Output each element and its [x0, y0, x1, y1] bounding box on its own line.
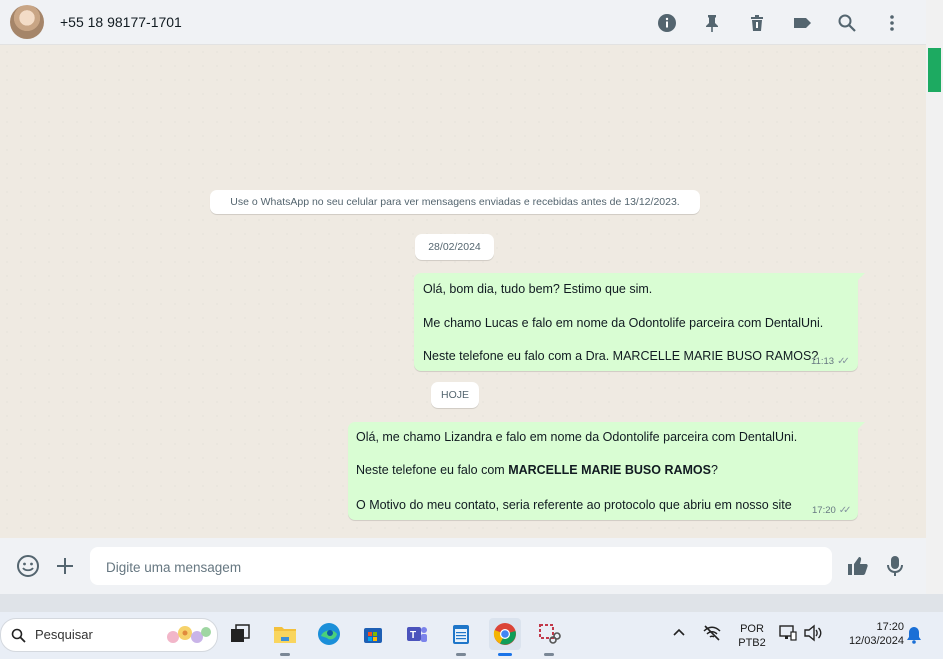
- emoji-icon[interactable]: [15, 553, 41, 579]
- clock[interactable]: 17:20 12/03/2024: [834, 620, 904, 648]
- message-text-bold: MARCELLE MARIE BUSO RAMOS: [508, 463, 711, 477]
- message-meta: 17:20 ✓✓: [812, 505, 852, 516]
- message-text: Me chamo Lucas e falo em nome da Odontol…: [423, 316, 824, 330]
- keyboard-label: PTB2: [738, 637, 766, 649]
- message-text: O Motivo do meu contato, seria referente…: [356, 498, 792, 512]
- delete-icon[interactable]: [744, 10, 769, 35]
- avatar[interactable]: [10, 5, 44, 39]
- teams-icon[interactable]: T: [401, 618, 433, 650]
- volume-icon[interactable]: [803, 624, 823, 646]
- message-composer: [0, 538, 926, 594]
- chrome-icon[interactable]: [489, 618, 521, 656]
- clock-time: 17:20: [876, 621, 904, 633]
- message-meta: 11:13 ✓✓: [811, 356, 850, 367]
- message-input[interactable]: [104, 547, 808, 587]
- notepad-icon[interactable]: [445, 618, 477, 656]
- message-bubble[interactable]: Olá, me chamo Lizandra e falo em nome da…: [348, 422, 865, 520]
- window-gap: [0, 594, 943, 612]
- message-input-container: [90, 547, 832, 587]
- flowers-icon: [167, 626, 211, 643]
- clock-date: 12/03/2024: [848, 635, 904, 647]
- message-bubble[interactable]: Olá, bom dia, tudo bem? Estimo que sim. …: [414, 273, 865, 371]
- system-notice: Use o WhatsApp no seu celular para ver m…: [210, 190, 700, 214]
- search-icon: [11, 628, 26, 643]
- message-text: Olá, bom dia, tudo bem? Estimo que sim.: [423, 282, 653, 296]
- edge-browser-icon[interactable]: [313, 618, 345, 650]
- windows-taskbar: Pesquisar T POR PTB2 17:20 12/03/2024: [0, 612, 943, 659]
- active-indicator: [498, 653, 512, 656]
- read-receipt-icon: ✓✓: [837, 356, 850, 367]
- notification-bell-icon[interactable]: [906, 626, 922, 648]
- display-icon[interactable]: [778, 624, 798, 646]
- input-language-indicator[interactable]: POR PTB2: [735, 622, 769, 650]
- chevron-up-icon[interactable]: [672, 626, 686, 644]
- task-view-icon[interactable]: [224, 618, 256, 650]
- message-text-part: Neste telefone eu falo com: [356, 463, 509, 477]
- date-chip: 28/02/2024: [415, 234, 494, 260]
- date-chip: HOJE: [431, 382, 479, 408]
- contact-name[interactable]: +55 18 98177-1701: [60, 14, 182, 30]
- svg-text:T: T: [410, 630, 416, 641]
- file-explorer-icon[interactable]: [269, 618, 301, 656]
- message-text: Neste telefone eu falo com a Dra. MARCEL…: [423, 349, 819, 363]
- thumbs-up-icon[interactable]: [845, 553, 871, 579]
- menu-icon[interactable]: [879, 10, 904, 35]
- running-indicator: [280, 653, 290, 656]
- microphone-icon[interactable]: [882, 553, 908, 579]
- search-icon[interactable]: [834, 10, 859, 35]
- message-text: Olá, me chamo Lizandra e falo em nome da…: [356, 430, 798, 444]
- scrollbar[interactable]: [926, 0, 943, 594]
- taskbar-search-label: Pesquisar: [35, 627, 93, 642]
- header-actions: [654, 10, 904, 35]
- pin-icon[interactable]: [699, 10, 724, 35]
- running-indicator: [456, 653, 466, 656]
- scrollbar-thumb[interactable]: [928, 48, 941, 92]
- message-time: 17:20: [812, 505, 836, 516]
- running-indicator: [544, 653, 554, 656]
- attach-icon[interactable]: [52, 553, 78, 579]
- network-offline-icon[interactable]: [702, 624, 722, 646]
- snipping-tool-icon[interactable]: [533, 618, 565, 656]
- message-time: 11:13: [811, 356, 835, 367]
- taskbar-search[interactable]: Pesquisar: [0, 618, 218, 652]
- message-text: Neste telefone eu falo com MARCELLE MARI…: [356, 463, 718, 477]
- chat-header: +55 18 98177-1701: [0, 0, 926, 45]
- store-icon[interactable]: [357, 618, 389, 650]
- language-label: POR: [740, 623, 764, 635]
- label-icon[interactable]: [789, 10, 814, 35]
- message-text-part: ?: [710, 463, 718, 477]
- read-receipt-icon: ✓✓: [838, 505, 852, 516]
- info-icon[interactable]: [654, 10, 679, 35]
